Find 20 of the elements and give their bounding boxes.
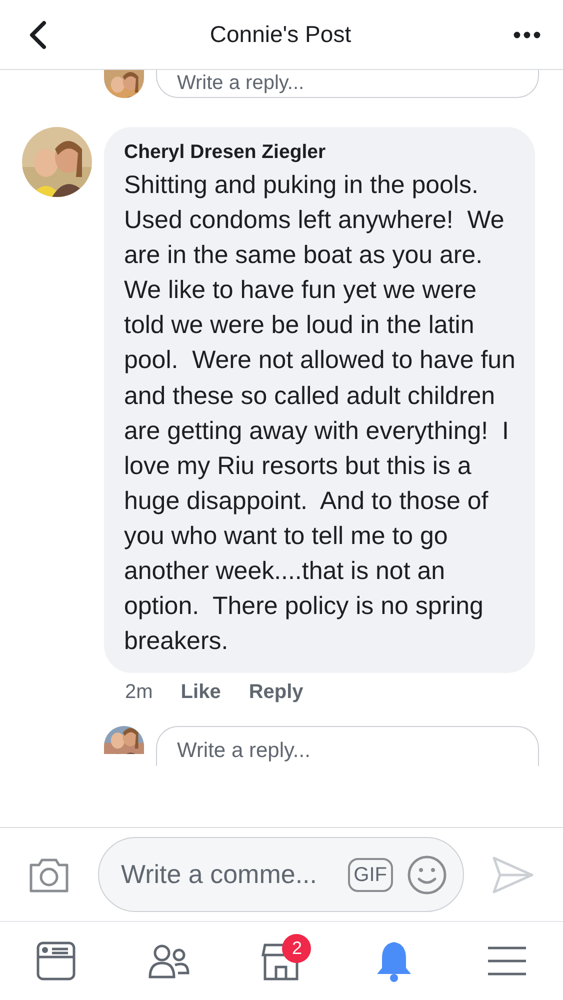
comment-action[interactable]: Reply — [248, 681, 304, 704]
camera-icon[interactable] — [28, 856, 70, 892]
smiley-icon[interactable] — [407, 854, 447, 894]
author-name[interactable]: Cheryl Dresen Ziegler — [124, 141, 517, 164]
comment-action[interactable]: Like — [180, 681, 221, 704]
news-feed-icon — [36, 941, 76, 981]
page-title: Connie's Post — [210, 21, 352, 48]
menu-icon — [486, 945, 527, 977]
reply-field[interactable]: Write a reply... — [156, 726, 539, 766]
tab-button[interactable]: 2 — [251, 936, 312, 986]
more-icon[interactable] — [512, 30, 541, 38]
comment-text: Shitting and puking in the pools. Used condoms left anywhere! We are in the same boat as you are. We like to have fun yet we were told we were be loud in the latin pool. Were not allowed to have fun and these so called adult children are getting away with everything! I love my Riu resorts but this is a huge disappoint. And to those of you who want to tell me to go another week....that is not an option. There policy is no spring breakers. — [124, 170, 516, 658]
friends-icon — [148, 943, 190, 979]
back-icon[interactable] — [28, 20, 48, 50]
comment-time: 2m — [125, 681, 153, 704]
gif-button[interactable]: GIF — [348, 858, 393, 892]
notification-badge: 2 — [282, 934, 312, 963]
reply-field[interactable]: Write a reply... — [156, 70, 539, 98]
comment-field[interactable]: Write a comme... GIF — [98, 837, 464, 912]
bell-icon — [376, 940, 412, 982]
